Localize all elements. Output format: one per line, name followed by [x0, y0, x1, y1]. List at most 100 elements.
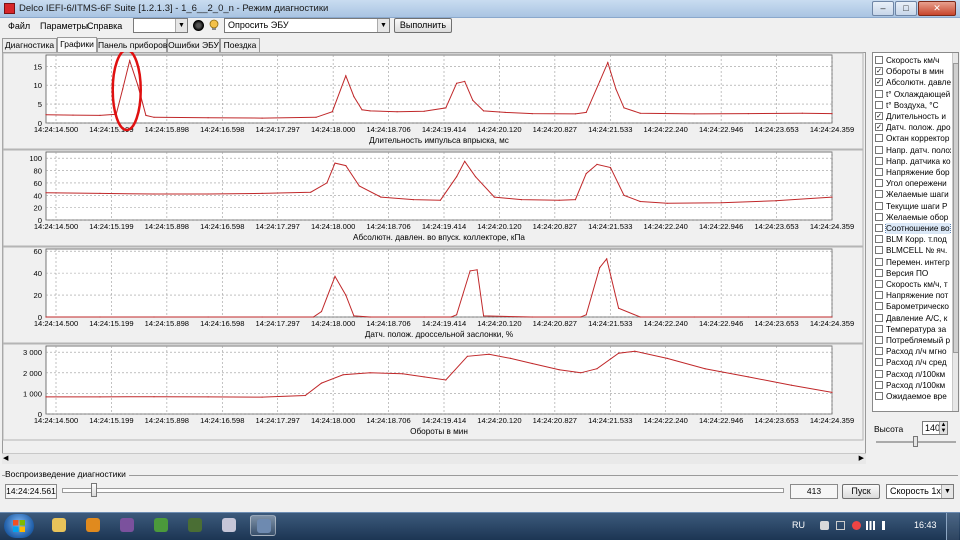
parameter-item[interactable]: Давление A/C, к	[873, 313, 951, 324]
connection-indicator-icon[interactable]	[193, 20, 204, 31]
parameter-checkbox[interactable]	[875, 280, 883, 288]
scroll-right-icon[interactable]: ▶	[859, 454, 864, 462]
parameter-checkbox[interactable]: ✓	[875, 123, 883, 132]
parameter-item[interactable]: ✓ Длительность и	[873, 111, 951, 122]
playback-track[interactable]	[62, 488, 784, 493]
parameter-item[interactable]: ✓ Обороты в мин	[873, 66, 951, 77]
parameter-checkbox[interactable]	[875, 168, 883, 176]
parameter-item[interactable]: BLMCELL № яч.	[873, 245, 951, 256]
execute-button[interactable]: Выполнить	[394, 18, 452, 33]
parameter-checkbox[interactable]	[875, 156, 883, 165]
parameter-item[interactable]: BLM Корр. т.под	[873, 234, 951, 245]
parameter-item[interactable]: Напр. датч. полож	[873, 145, 951, 156]
parameter-item[interactable]: Октан корректор	[873, 133, 951, 144]
explorer-icon[interactable]	[46, 515, 72, 536]
menu-help[interactable]: Справка	[87, 21, 122, 31]
parameter-checkbox[interactable]	[875, 336, 883, 344]
parameter-item[interactable]: Желаемые шаги	[873, 189, 951, 200]
show-desktop-button[interactable]	[946, 513, 959, 540]
parameter-checkbox[interactable]	[875, 212, 883, 221]
parameter-checkbox[interactable]	[875, 268, 883, 277]
tab-dashboard[interactable]: Панель приборов	[97, 38, 167, 52]
parameter-item[interactable]: Напряжение бор	[873, 167, 951, 178]
parameter-checkbox[interactable]	[875, 302, 883, 311]
tab-diagnostics[interactable]: Диагностика	[2, 38, 57, 52]
parameter-item[interactable]: Напр. датчика ко	[873, 156, 951, 167]
parameter-checkbox[interactable]: ✓	[875, 78, 883, 87]
maximize-button[interactable]: □	[895, 1, 917, 16]
parameter-checkbox[interactable]	[875, 201, 883, 210]
parameter-item[interactable]: Барометрическо	[873, 301, 951, 312]
query-ecu-select[interactable]: Опросить ЭБУ ▼	[224, 18, 390, 33]
tab-ecu-errors[interactable]: Ошибки ЭБУ	[167, 38, 220, 52]
tray-network-icon[interactable]	[866, 521, 875, 530]
parameter-item[interactable]: t° Охлаждающей	[873, 89, 951, 100]
parameter-checkbox[interactable]	[875, 134, 883, 143]
parameter-item[interactable]: Версия ПО	[873, 268, 951, 279]
parameter-checkbox[interactable]	[875, 56, 883, 64]
parameter-item[interactable]: Расход л/ч мгно	[873, 346, 951, 357]
parameter-checkbox[interactable]	[875, 235, 883, 244]
parameter-checkbox[interactable]	[875, 179, 883, 188]
height-spinner[interactable]: 140 ▲ ▼	[922, 421, 948, 435]
parameter-list-scrollbar[interactable]	[952, 53, 958, 411]
parameter-checkbox[interactable]	[875, 392, 883, 400]
delco-suite-icon[interactable]	[250, 515, 276, 536]
horizontal-scrollbar[interactable]: ◀ ▶	[2, 453, 866, 464]
window-titlebar[interactable]: Delco IEFI-6/ITMS-6F Suite [1.2.1.3] - 1…	[0, 0, 960, 18]
parameter-checkbox[interactable]	[875, 324, 883, 333]
parameter-list[interactable]: Скорость км/ч ✓ Обороты в мин ✓ Абсолютн. да…	[872, 52, 959, 412]
media-player-icon[interactable]	[80, 515, 106, 536]
start-button-orb[interactable]	[4, 514, 34, 538]
tray-alert-icon[interactable]	[852, 521, 861, 530]
parameter-item[interactable]: Напряжение пот	[873, 290, 951, 301]
media-center-icon[interactable]	[216, 515, 242, 536]
parameter-checkbox[interactable]	[875, 257, 883, 266]
menu-file[interactable]: Файл	[8, 21, 30, 31]
parameter-checkbox[interactable]	[875, 89, 883, 98]
height-slider-thumb[interactable]	[913, 436, 918, 447]
parameter-item[interactable]: Расход л/ч сред	[873, 357, 951, 368]
parameter-item[interactable]: t° Воздуха, °С	[873, 100, 951, 111]
parameter-checkbox[interactable]	[875, 100, 883, 109]
parameter-checkbox[interactable]	[875, 145, 883, 154]
parameter-checkbox[interactable]	[875, 358, 883, 367]
parameter-item[interactable]: Соотношение во	[873, 223, 951, 234]
parameter-item[interactable]: ✓ Абсолютн. давлен.	[873, 77, 951, 88]
start-button[interactable]: Пуск	[842, 484, 880, 499]
parameter-checkbox[interactable]	[875, 190, 883, 199]
parameter-checkbox[interactable]	[875, 347, 883, 356]
tray-volume-icon[interactable]	[882, 521, 891, 530]
minimize-button[interactable]: –	[872, 1, 894, 16]
spinner-arrows-icon[interactable]: ▲ ▼	[939, 422, 947, 434]
parameter-checkbox[interactable]	[875, 224, 883, 232]
parameter-item[interactable]: ✓ Датч. полож. дро	[873, 122, 951, 133]
parameter-item[interactable]: Желаемые обор	[873, 212, 951, 223]
menu-parameters[interactable]: Параметры	[40, 21, 88, 31]
tab-graphs[interactable]: Графики	[57, 37, 97, 52]
clock[interactable]: 16:43	[914, 520, 937, 530]
parameter-checkbox[interactable]	[875, 369, 883, 378]
playback-slider-thumb[interactable]	[91, 483, 98, 497]
parameter-item[interactable]: Расход л/100км	[873, 380, 951, 391]
parameter-item[interactable]: Потребляемый р	[873, 335, 951, 346]
parameter-item[interactable]: Угол опережени	[873, 178, 951, 189]
parameter-checkbox[interactable]: ✓	[875, 112, 883, 120]
parameter-checkbox[interactable]	[875, 291, 883, 300]
charts-area[interactable]: 14:24:14.500 14:24:15.199 14:24:15.898 14:2…	[2, 52, 866, 464]
parameter-item[interactable]: Перемен. интегр	[873, 257, 951, 268]
viber-icon[interactable]	[114, 515, 140, 536]
close-button[interactable]: ✕	[918, 1, 956, 16]
parameter-item[interactable]: Температура за	[873, 324, 951, 335]
scroll-thumb[interactable]	[953, 63, 958, 353]
parameter-checkbox[interactable]	[875, 246, 883, 255]
parameter-item[interactable]: Текущие шаги Р	[873, 201, 951, 212]
parameter-item[interactable]: Скорость км/ч, т	[873, 279, 951, 290]
parameter-checkbox[interactable]: ✓	[875, 67, 883, 76]
tray-app-icon[interactable]	[820, 521, 829, 530]
parameter-item[interactable]: Скорость км/ч	[873, 55, 951, 66]
parameter-item[interactable]: Расход л/100км	[873, 369, 951, 380]
parameter-checkbox[interactable]	[875, 313, 883, 322]
chrome-icon[interactable]	[148, 515, 174, 536]
chart-app-icon[interactable]	[182, 515, 208, 536]
